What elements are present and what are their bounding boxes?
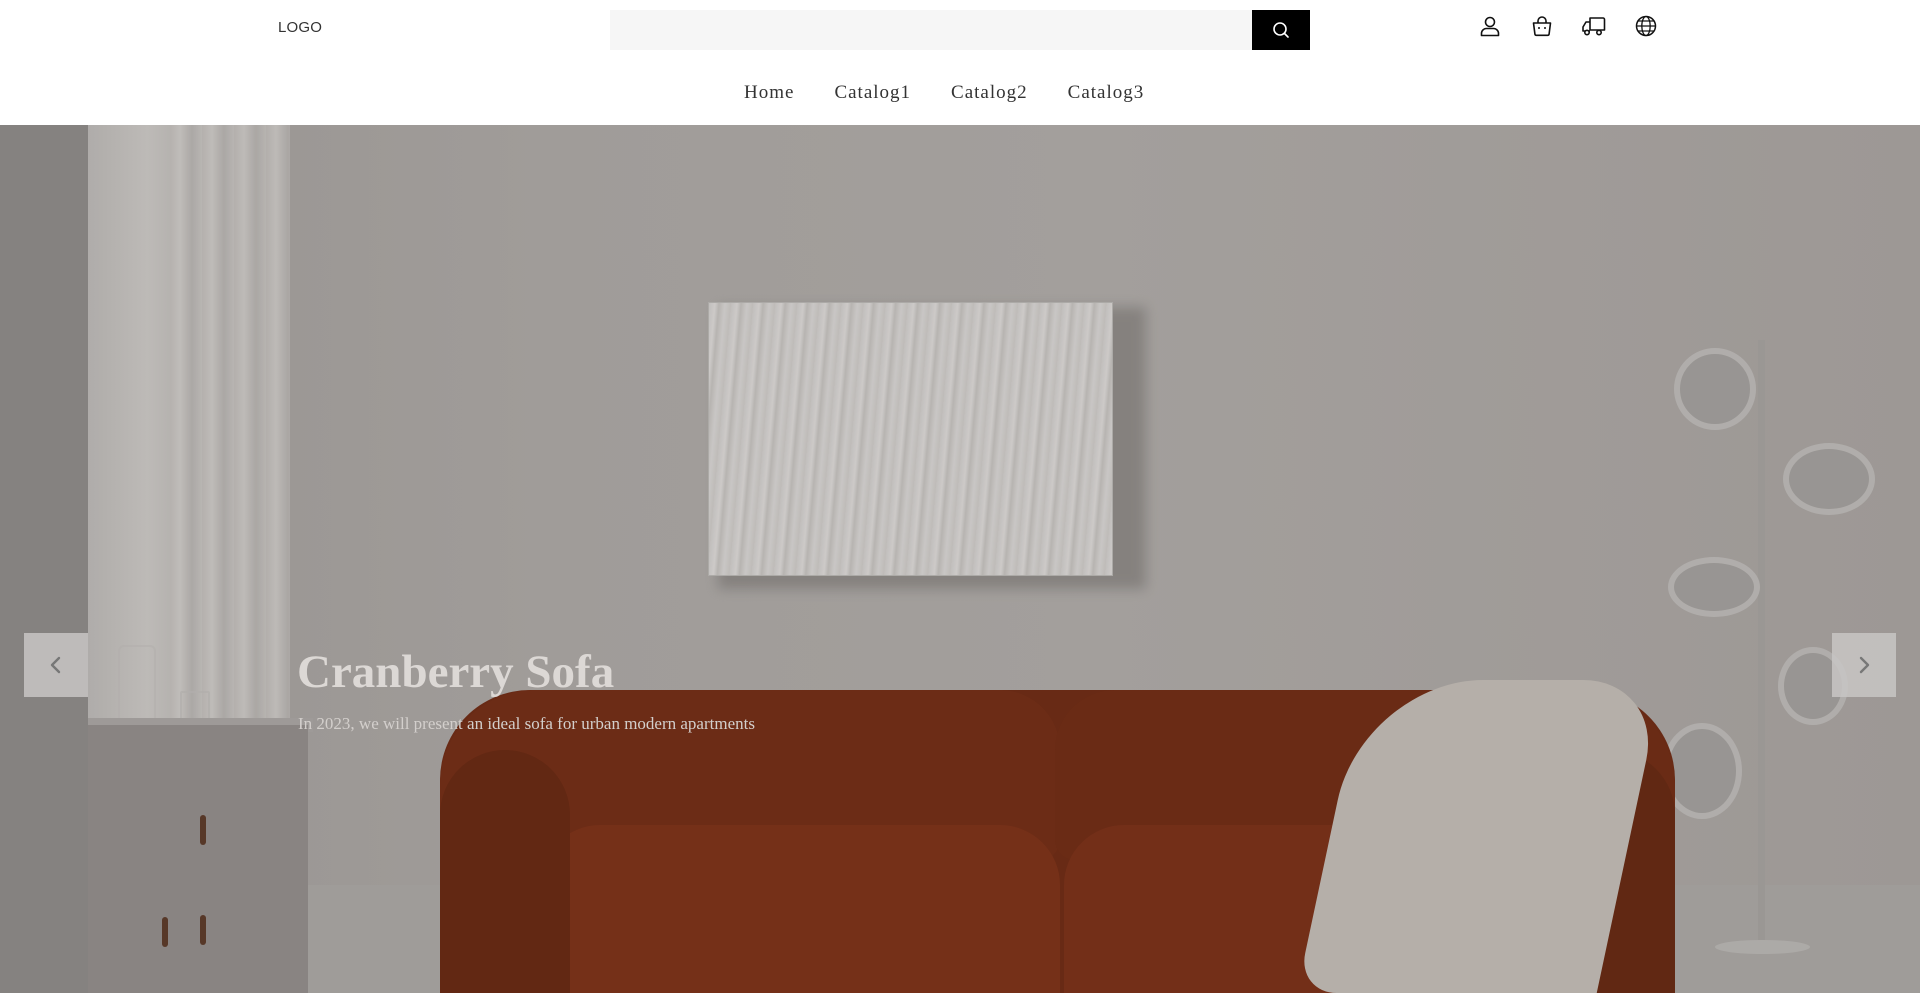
account-button[interactable] bbox=[1476, 12, 1504, 40]
nav-item-catalog1[interactable]: Catalog1 bbox=[834, 82, 911, 104]
hero-overlay bbox=[0, 125, 1920, 993]
slider-next-button[interactable] bbox=[1832, 633, 1896, 697]
language-button[interactable] bbox=[1632, 12, 1660, 40]
chevron-left-icon bbox=[50, 656, 61, 674]
delivery-truck-icon bbox=[1582, 17, 1606, 36]
header-actions bbox=[1476, 12, 1660, 40]
hero-title: Cranberry Sofa bbox=[297, 646, 615, 698]
search-icon bbox=[1273, 22, 1289, 38]
search-button[interactable] bbox=[1252, 10, 1310, 50]
search-input[interactable] bbox=[610, 10, 1252, 50]
nav-item-catalog2[interactable]: Catalog2 bbox=[951, 82, 1028, 104]
chevron-right-icon bbox=[1859, 656, 1870, 674]
delivery-button[interactable] bbox=[1580, 12, 1608, 40]
hero-slider: Cranberry Sofa In 2023, we will present … bbox=[0, 125, 1920, 993]
search-bar bbox=[610, 10, 1310, 50]
hero-subtitle: In 2023, we will present an ideal sofa f… bbox=[298, 714, 755, 733]
slider-prev-button[interactable] bbox=[24, 633, 88, 697]
globe-icon bbox=[1635, 15, 1657, 37]
nav-item-catalog3[interactable]: Catalog3 bbox=[1068, 82, 1145, 104]
cart-button[interactable] bbox=[1528, 12, 1556, 40]
logo[interactable]: LOGO bbox=[278, 19, 322, 36]
user-icon bbox=[1480, 16, 1500, 37]
site-header: LOGO Home Catalog1 Catalog2 Catalog3 bbox=[0, 0, 1920, 125]
nav-item-home[interactable]: Home bbox=[744, 82, 794, 104]
main-nav: Home Catalog1 Catalog2 Catalog3 bbox=[744, 82, 1144, 104]
basket-icon bbox=[1532, 16, 1552, 37]
